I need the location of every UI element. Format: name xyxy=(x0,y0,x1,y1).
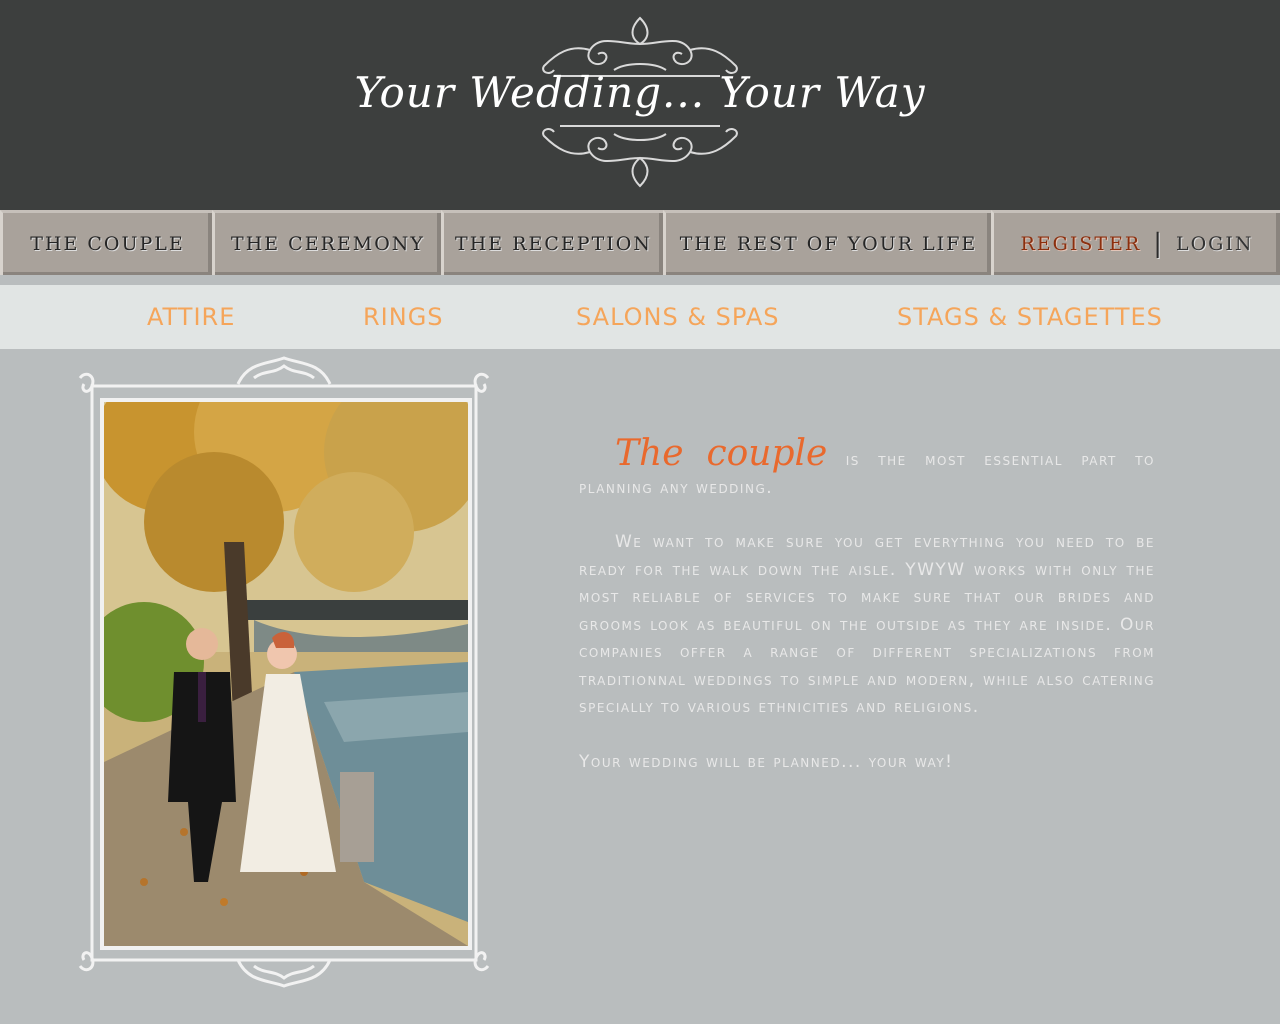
sub-nav: ATTIRE RINGS SALONS & SPAS STAGS & STAGE… xyxy=(0,285,1280,349)
intro-paragraph: The couple is the most essential part to… xyxy=(579,436,1155,502)
subnav-item-rings[interactable]: RINGS xyxy=(363,303,444,331)
subnav-item-stags-stagettes[interactable]: STAGS & STAGETTES xyxy=(897,303,1163,331)
auth-separator: | xyxy=(1153,229,1164,259)
closing-line: Your wedding will be planned... your way… xyxy=(579,751,954,772)
tab-label: THE CEREMONY xyxy=(231,233,425,255)
tab-the-ceremony[interactable]: THE CEREMONY xyxy=(212,210,441,275)
tab-label: THE REST OF YOUR LIFE xyxy=(679,233,978,255)
the-couple-accent-heading: The couple xyxy=(615,433,828,474)
site-logo-title[interactable]: Your Wedding... Your Way xyxy=(0,68,1280,117)
login-link[interactable]: LOGIN xyxy=(1176,233,1254,255)
couple-photo xyxy=(100,398,472,950)
main-nav: THE COUPLE THE CEREMONY THE RECEPTION TH… xyxy=(0,210,1280,275)
register-link[interactable]: REGISTER xyxy=(1020,233,1141,255)
tab-the-rest-of-your-life[interactable]: THE REST OF YOUR LIFE xyxy=(663,210,991,275)
tab-the-couple[interactable]: THE COUPLE xyxy=(0,210,212,275)
tab-label: THE COUPLE xyxy=(30,233,185,255)
couple-description: The couple is the most essential part to… xyxy=(579,436,1155,803)
subnav-item-attire[interactable]: ATTIRE xyxy=(147,303,235,331)
site-header: Your Wedding... Your Way xyxy=(0,0,1280,210)
subnav-item-salons-spas[interactable]: SALONS & SPAS xyxy=(576,303,780,331)
services-paragraph: We want to make sure you get everything … xyxy=(579,532,1155,717)
tab-label: THE RECEPTION xyxy=(455,233,652,255)
flourish-bottom-ornament xyxy=(542,125,738,188)
tab-the-reception[interactable]: THE RECEPTION xyxy=(441,210,663,275)
couple-photo-illustration xyxy=(104,402,468,946)
auth-bar: REGISTER | LOGIN xyxy=(991,210,1280,275)
